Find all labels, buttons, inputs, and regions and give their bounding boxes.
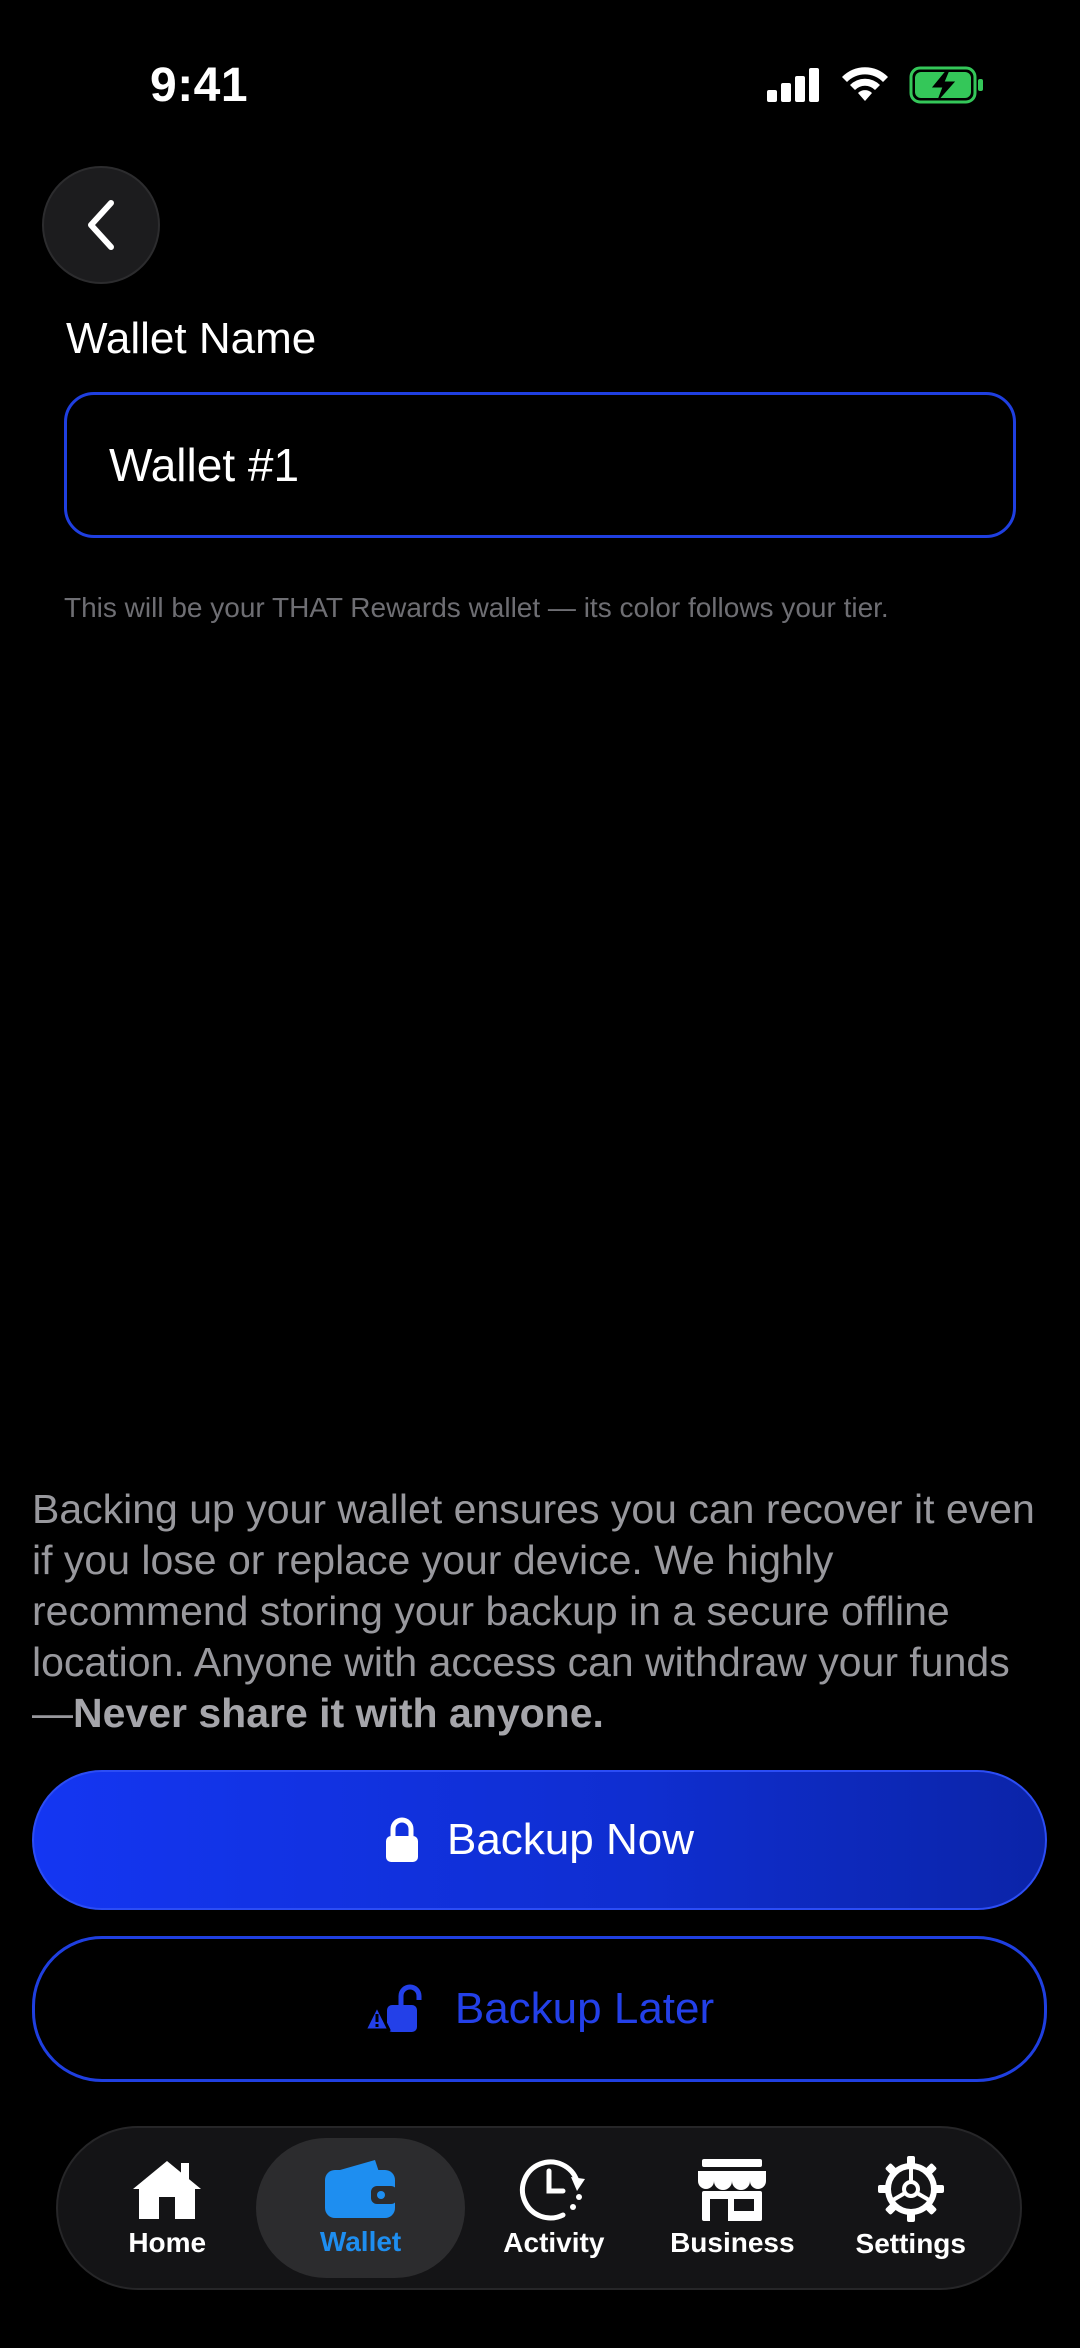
- home-icon: [133, 2161, 202, 2219]
- lock-icon: [385, 1817, 418, 1862]
- tab-label: Wallet: [319, 2226, 402, 2257]
- battery-charging-icon: [909, 66, 983, 104]
- wallet-name-field[interactable]: [64, 392, 1016, 538]
- wallet-icon: [324, 2160, 397, 2218]
- tab-bar: Home Wallet Activity Business Settings: [56, 2126, 1022, 2290]
- gear-icon: [877, 2156, 944, 2222]
- status-icons: [767, 66, 985, 104]
- activity-icon: [519, 2159, 585, 2221]
- unlock-warning-icon: [364, 1984, 422, 2032]
- tab-label: Settings: [855, 2228, 966, 2259]
- tab-label: Home: [128, 2227, 207, 2258]
- tab-home[interactable]: Home: [78, 2138, 256, 2278]
- wallet-name-helper: This will be your THAT Rewards wallet — …: [64, 592, 889, 623]
- storefront-icon: [698, 2159, 767, 2221]
- back-button[interactable]: [42, 166, 160, 284]
- wallet-name-label: Wallet Name: [66, 314, 317, 363]
- backup-later-button[interactable]: Backup Later: [32, 1936, 1047, 2082]
- tab-label: Activity: [503, 2227, 605, 2258]
- tab-business[interactable]: Business: [643, 2138, 821, 2278]
- wifi-icon: [842, 67, 888, 101]
- tab-activity[interactable]: Activity: [465, 2138, 643, 2278]
- signal-icon: [767, 68, 819, 102]
- chevron-left-icon: [88, 200, 114, 250]
- backup-description: Backing up your wallet ensures you can r…: [32, 1484, 1042, 1739]
- tab-wallet[interactable]: Wallet: [256, 2138, 465, 2278]
- status-time: 9:41: [150, 59, 249, 112]
- backup-now-button[interactable]: Backup Now: [32, 1770, 1047, 1910]
- wallet-name-input[interactable]: [67, 395, 1013, 535]
- tab-label: Business: [670, 2227, 795, 2258]
- backup-warning: Never share it with anyone.: [73, 1690, 604, 1736]
- backup-later-label: Backup Later: [454, 1984, 715, 2033]
- tab-settings[interactable]: Settings: [822, 2138, 1000, 2278]
- backup-now-label: Backup Now: [446, 1815, 694, 1864]
